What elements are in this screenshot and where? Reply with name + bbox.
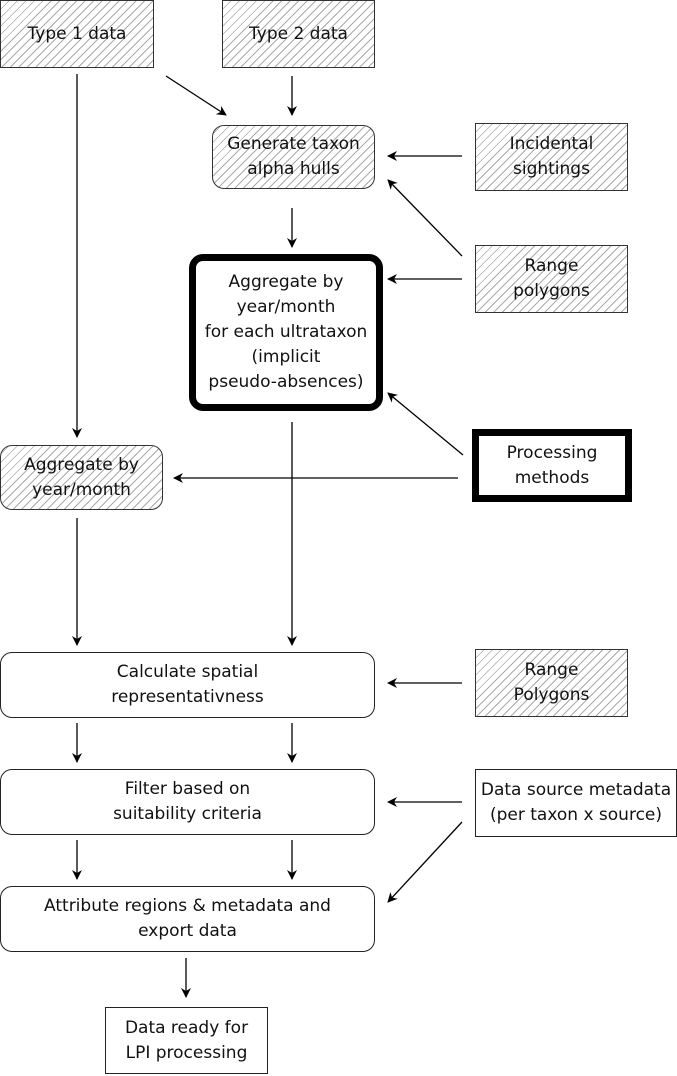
node-calculate-spatial: Calculate spatial representativness (0, 652, 375, 718)
node-filter-suitability: Filter based on suitability criteria (0, 769, 375, 835)
node-data-ready: Data ready for LPI processing (105, 1007, 268, 1074)
node-range-polygons: Range polygons (475, 245, 628, 313)
node-type1-data: Type 1 data (0, 0, 154, 68)
node-aggregate-ultrataxon: Aggregate by year/month for each ultrata… (189, 254, 383, 411)
arrow-range-to-hulls (387, 179, 463, 257)
arrow-type1-to-hulls (165, 75, 227, 116)
node-data-source-metadata: Data source metadata (per taxon x source… (475, 769, 677, 837)
node-processing-methods: Processing methods (472, 429, 632, 502)
node-range-polygons-2: Range Polygons (475, 649, 628, 717)
node-type2-data: Type 2 data (222, 0, 375, 68)
node-aggregate-year-month: Aggregate by year/month (0, 445, 163, 510)
node-generate-alpha-hulls: Generate taxon alpha hulls (212, 125, 375, 189)
arrow-processing-to-ultra (387, 392, 464, 456)
node-incidental-sightings: Incidental sightings (475, 123, 628, 191)
arrow-metadata-to-attribute (387, 821, 463, 903)
node-attribute-regions: Attribute regions & metadata and export … (0, 886, 375, 952)
